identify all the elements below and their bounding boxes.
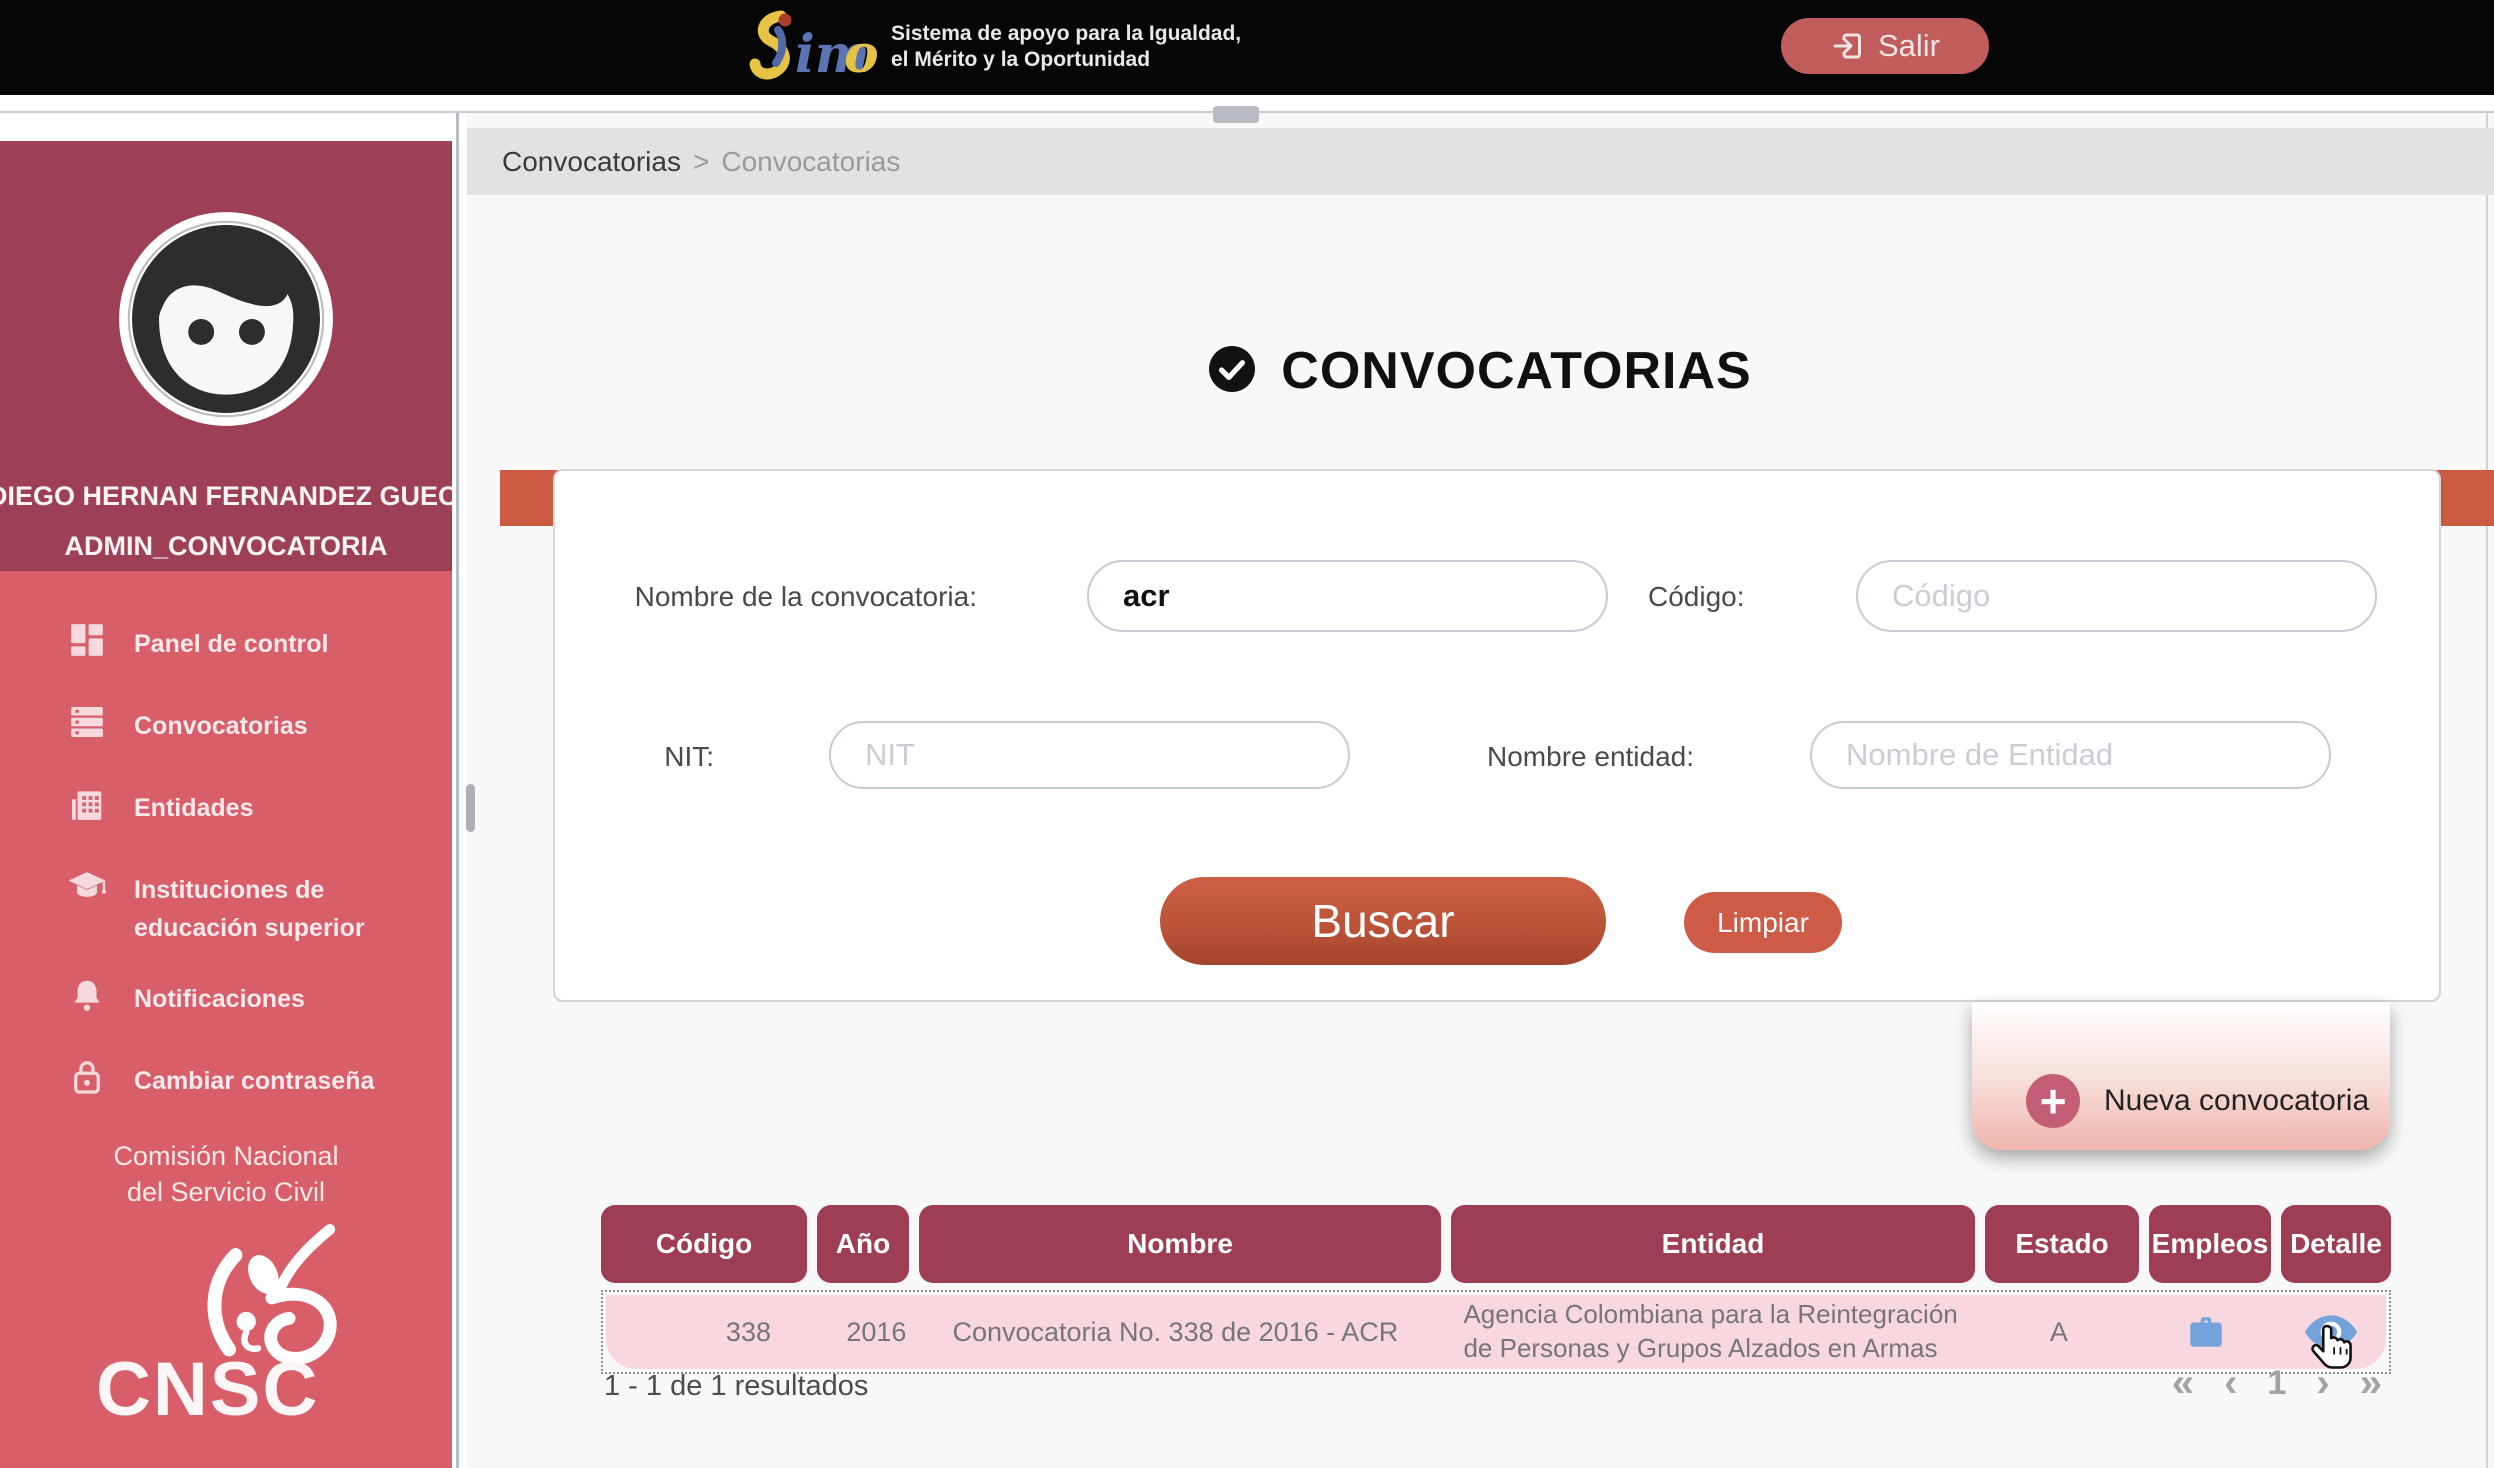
convocatorias-table: Código Año Nombre Entidad Estado Empleos… (601, 1205, 2391, 1374)
top-bar: im o Sistema de apoyo para la Igualdad, … (0, 0, 2494, 95)
sidebar-menu: Panel de control Convocatorias (0, 571, 452, 1468)
column-header-entidad: Entidad (1451, 1205, 1975, 1283)
breadcrumb: Convocatorias > Convocatorias (467, 128, 2494, 195)
cell-codigo: 338 (606, 1317, 811, 1348)
cell-empleos (2145, 1313, 2266, 1351)
entidad-label: Nombre entidad: (1487, 741, 1694, 773)
sidebar-scrollbar-thumb[interactable] (466, 784, 475, 832)
sidebar-item-panel-de-control[interactable]: Panel de control (0, 619, 452, 675)
nombre-input[interactable] (1087, 560, 1608, 632)
breadcrumb-current: Convocatorias (721, 146, 900, 178)
detalle-button[interactable] (2303, 1313, 2359, 1351)
cell-estado: A (1982, 1317, 2135, 1348)
simo-brand: im o Sistema de apoyo para la Igualdad, … (747, 6, 1241, 88)
list-icon (66, 701, 108, 743)
sidebar-item-notificaciones[interactable]: Notificaciones (0, 974, 452, 1030)
org-acronym: CNSC (96, 1346, 319, 1433)
org-name: Comisión Nacional del Servicio Civil (0, 1138, 452, 1211)
cell-detalle (2277, 1313, 2386, 1351)
org-line-1: Comisión Nacional (0, 1138, 452, 1174)
nit-input[interactable] (829, 721, 1350, 789)
sidebar-item-instituciones[interactable]: Instituciones de educación superior (0, 865, 452, 949)
pagination: « ‹ 1 › » (2172, 1363, 2382, 1403)
codigo-input[interactable] (1856, 560, 2377, 632)
pagination-next[interactable]: › (2316, 1363, 2329, 1403)
page-title: CONVOCATORIAS (1281, 341, 1751, 401)
sidebar-item-label: Panel de control (134, 619, 396, 664)
bell-icon (66, 974, 108, 1016)
new-convocatoria-label: Nueva convocatoria (2104, 1084, 2369, 1118)
sidebar-item-entidades[interactable]: Entidades (0, 783, 452, 839)
plus-icon: + (2026, 1074, 2080, 1128)
logout-button[interactable]: Salir (1781, 18, 1989, 74)
search-form: Nombre de la convocatoria: Código: NIT: … (553, 469, 2441, 1002)
avatar (118, 211, 334, 427)
sidebar-item-label: Notificaciones (134, 974, 396, 1019)
pagination-first[interactable]: « (2172, 1363, 2194, 1403)
scrollbar-track (2486, 113, 2488, 1468)
tagline-line-2: el Mérito y la Oportunidad (891, 47, 1241, 73)
column-header-empleos: Empleos (2149, 1205, 2271, 1283)
codigo-label: Código: (1648, 581, 1745, 613)
svg-text:o: o (844, 24, 877, 85)
clear-button[interactable]: Limpiar (1684, 892, 1842, 953)
check-circle-icon (1209, 346, 1255, 397)
search-button[interactable]: Buscar (1160, 877, 1606, 965)
results-summary: 1 - 1 de 1 resultados (604, 1370, 868, 1403)
cell-entidad: Agencia Colombiana para la Reintegración… (1451, 1298, 1972, 1366)
org-line-2: del Servicio Civil (0, 1174, 452, 1210)
logout-icon (1830, 28, 1866, 64)
lock-icon (66, 1056, 108, 1098)
graduation-cap-icon (66, 865, 108, 907)
cell-ano: 2016 (821, 1317, 912, 1348)
profile-panel: DIEGO HERNAN FERNANDEZ GUECHA ADMIN_CONV… (0, 141, 452, 571)
sidebar: DIEGO HERNAN FERNANDEZ GUECHA ADMIN_CONV… (0, 113, 459, 1468)
scrollbar-tab[interactable] (1213, 106, 1259, 123)
sidebar-footer: Comisión Nacional del Servicio Civil CNS… (0, 1138, 452, 1468)
main-content: Convocatorias > Convocatorias CONVOCATOR… (467, 113, 2494, 1468)
eye-icon (2303, 1313, 2359, 1351)
sidebar-item-label: Convocatorias (134, 701, 396, 746)
tagline-line-1: Sistema de apoyo para la Igualdad, (891, 21, 1241, 47)
empleos-button[interactable] (2185, 1313, 2227, 1351)
user-name: DIEGO HERNAN FERNANDEZ GUECHA (0, 481, 459, 512)
entidad-input[interactable] (1810, 721, 2331, 789)
simo-logo-icon: im o (747, 6, 877, 88)
sidebar-item-convocatorias[interactable]: Convocatorias (0, 701, 452, 757)
logout-label: Salir (1878, 28, 1940, 64)
column-header-codigo: Código (601, 1205, 807, 1283)
nit-label: NIT: (575, 741, 714, 773)
briefcase-icon (2185, 1313, 2227, 1351)
breadcrumb-separator: > (693, 146, 709, 178)
cell-nombre: Convocatoria No. 338 de 2016 - ACR (922, 1317, 1441, 1348)
dashboard-icon (66, 619, 108, 661)
pagination-page-1[interactable]: 1 (2268, 1366, 2287, 1400)
brand-tagline: Sistema de apoyo para la Igualdad, el Mé… (891, 21, 1241, 74)
nombre-label: Nombre de la convocatoria: (575, 581, 977, 613)
column-header-ano: Año (817, 1205, 909, 1283)
sidebar-item-label: Cambiar contraseña (134, 1056, 396, 1101)
new-convocatoria-button[interactable]: + Nueva convocatoria (1972, 1002, 2390, 1150)
pagination-prev[interactable]: ‹ (2224, 1363, 2237, 1403)
column-header-nombre: Nombre (919, 1205, 1441, 1283)
column-header-detalle: Detalle (2281, 1205, 2391, 1283)
pagination-last[interactable]: » (2360, 1363, 2382, 1403)
app-window: im o Sistema de apoyo para la Igualdad, … (0, 0, 2494, 1468)
sidebar-item-label: Instituciones de educación superior (134, 865, 396, 949)
table-row[interactable]: 338 2016 Convocatoria No. 338 de 2016 - … (601, 1290, 2391, 1374)
building-icon (66, 783, 108, 825)
page-title-row: CONVOCATORIAS (467, 341, 2494, 401)
sidebar-item-cambiar-contrasena[interactable]: Cambiar contraseña (0, 1056, 452, 1112)
table-header-row: Código Año Nombre Entidad Estado Empleos… (601, 1205, 2391, 1283)
sidebar-item-label: Entidades (134, 783, 396, 828)
column-header-estado: Estado (1985, 1205, 2139, 1283)
breadcrumb-parent-link[interactable]: Convocatorias (502, 146, 681, 178)
user-role: ADMIN_CONVOCATORIA (0, 531, 452, 562)
